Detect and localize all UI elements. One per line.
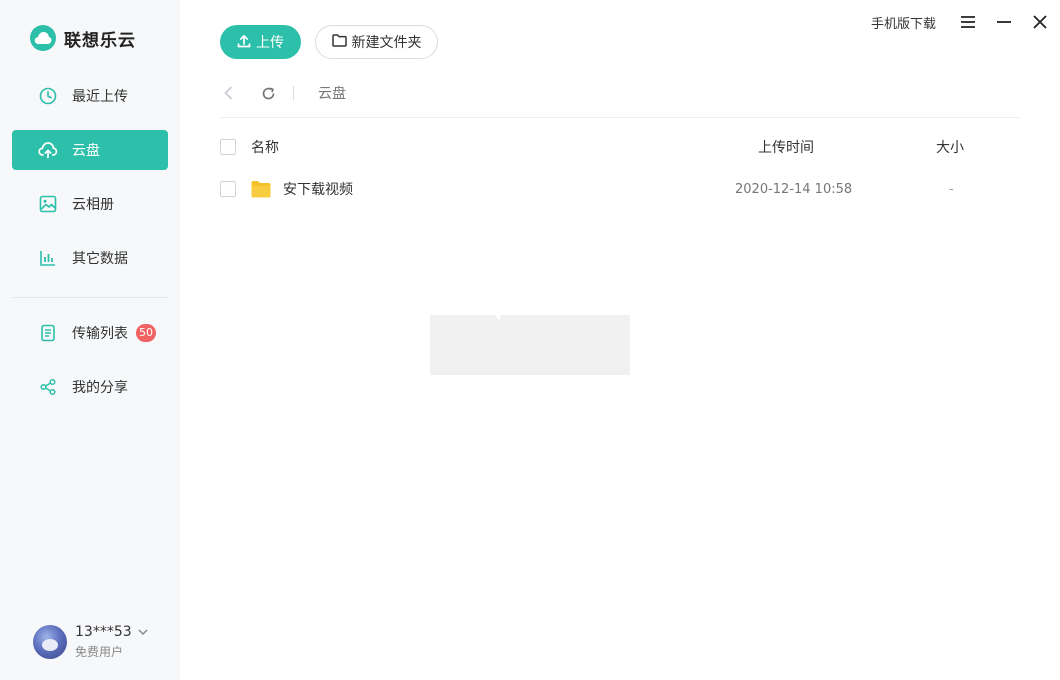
sidebar-item-my-share[interactable]: 我的分享 [12, 367, 168, 407]
secondary-nav: 传输列表 50 我的分享 [12, 313, 168, 421]
column-header-name[interactable]: 名称 [251, 137, 279, 157]
user-name: 13***53 [75, 624, 132, 640]
breadcrumb: 云盘 [220, 80, 1020, 106]
mobile-download-link[interactable]: 手机版下载 [871, 13, 936, 32]
new-folder-label: 新建文件夹 [351, 34, 422, 50]
brand: 联想乐云 [30, 24, 136, 52]
sidebar-item-label: 传输列表 [72, 326, 128, 342]
back-arrow-icon[interactable] [220, 85, 236, 101]
share-icon [38, 377, 58, 397]
menu-icon[interactable] [960, 12, 976, 32]
image-icon [38, 194, 58, 214]
upload-icon [237, 34, 251, 51]
sidebar-item-other-data[interactable]: 其它数据 [12, 238, 168, 278]
sidebar-item-photo-album[interactable]: 云相册 [12, 184, 168, 224]
header-divider [220, 117, 1020, 118]
table-header: 名称 上传时间 大小 [220, 130, 1020, 164]
chevron-down-icon[interactable] [138, 624, 148, 640]
window-topbar: 手机版下载 [871, 12, 1048, 32]
avatar [33, 625, 67, 659]
sidebar-item-label: 云盘 [72, 143, 100, 159]
column-header-time[interactable]: 上传时间 [758, 137, 814, 157]
sidebar-item-label: 最近上传 [72, 89, 128, 105]
upload-time-cell: 2020-12-14 10:58 [735, 181, 853, 197]
upload-label: 上传 [256, 34, 284, 50]
file-size-cell: - [949, 181, 954, 197]
brand-name: 联想乐云 [64, 30, 136, 51]
close-icon[interactable] [1032, 12, 1048, 32]
transfer-count-badge: 50 [136, 324, 156, 342]
sidebar: 联想乐云 最近上传 云盘 云相册 其它数据 传输列表 50 我的分享 13***… [0, 0, 180, 680]
clock-icon [38, 86, 58, 106]
user-info: 13***53 免费用户 [75, 624, 148, 660]
sidebar-item-label: 我的分享 [72, 380, 128, 396]
column-header-size[interactable]: 大小 [936, 137, 964, 157]
bar-chart-icon [38, 248, 58, 268]
file-name-cell: 安下载视频 [251, 179, 353, 199]
select-all-checkbox[interactable] [220, 139, 236, 155]
sidebar-item-transfer-list[interactable]: 传输列表 50 [12, 313, 168, 353]
cloud-upload-icon [38, 140, 58, 160]
app-window: 联想乐云 最近上传 云盘 云相册 其它数据 传输列表 50 我的分享 13***… [0, 0, 1060, 680]
cloud-logo-icon [30, 25, 56, 51]
main-panel: 上传 新建文件夹 手机版下载 云盘 名称 上传时间 大小 安下载视频 2020-… [180, 0, 1060, 680]
row-checkbox[interactable] [220, 181, 236, 197]
sidebar-item-recent[interactable]: 最近上传 [12, 76, 168, 116]
minimize-icon[interactable] [996, 12, 1012, 32]
sidebar-item-cloud-drive[interactable]: 云盘 [12, 130, 168, 170]
user-plan: 免费用户 [75, 645, 124, 659]
breadcrumb-divider [293, 86, 294, 100]
sidebar-divider [12, 297, 168, 298]
breadcrumb-current[interactable]: 云盘 [318, 83, 346, 103]
file-name[interactable]: 安下载视频 [283, 179, 353, 199]
table-row[interactable]: 安下载视频 2020-12-14 10:58 - [220, 172, 1020, 206]
main-nav: 最近上传 云盘 云相册 其它数据 [12, 76, 168, 292]
document-icon [38, 323, 58, 343]
watermark-logo [425, 295, 635, 380]
new-folder-button[interactable]: 新建文件夹 [315, 25, 438, 59]
user-profile[interactable]: 13***53 免费用户 [33, 624, 148, 660]
folder-outline-icon [331, 34, 347, 50]
upload-button[interactable]: 上传 [220, 25, 301, 59]
sidebar-item-label: 云相册 [72, 197, 114, 213]
user-name-row: 13***53 [75, 624, 148, 640]
sidebar-item-label: 其它数据 [72, 251, 128, 267]
file-table: 名称 上传时间 大小 安下载视频 2020-12-14 10:58 - [220, 130, 1020, 206]
folder-icon [251, 180, 271, 198]
refresh-icon[interactable] [260, 85, 276, 101]
